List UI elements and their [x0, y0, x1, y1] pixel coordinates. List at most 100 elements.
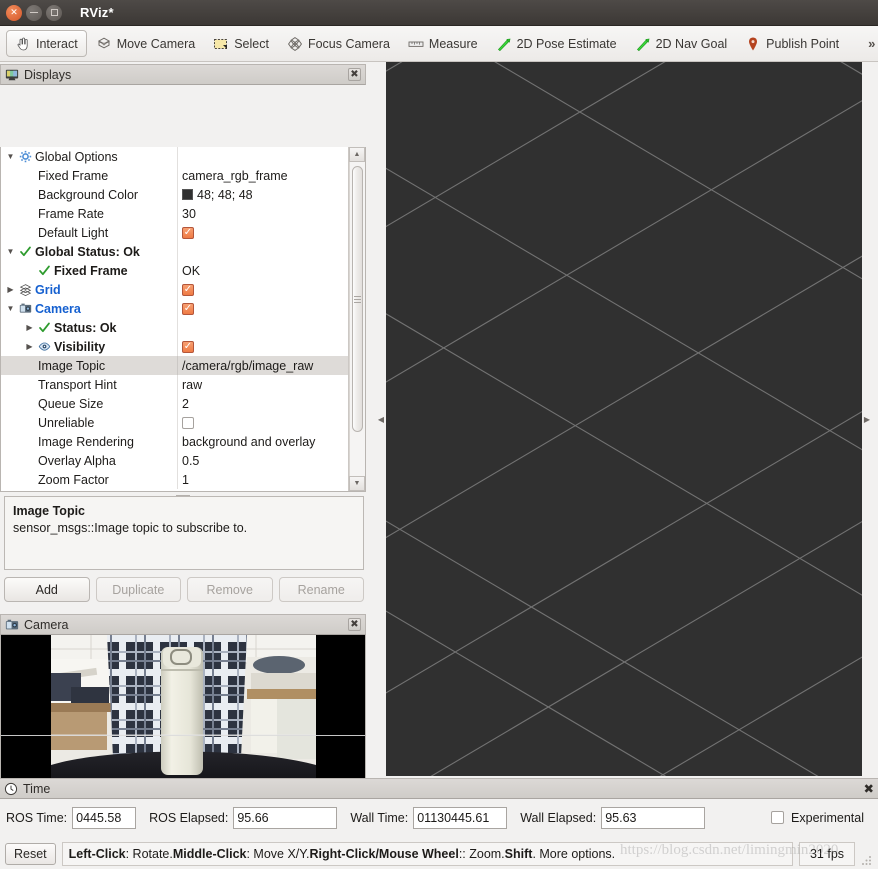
- display-row-value-cell[interactable]: ✓: [177, 337, 348, 356]
- scroll-up-icon[interactable]: ▲: [349, 147, 365, 162]
- tool-move-camera[interactable]: Move Camera: [87, 30, 205, 57]
- display-row-value-cell[interactable]: /camera/rgb/image_raw: [177, 356, 348, 375]
- display-row-value-cell[interactable]: 48; 48; 48: [177, 185, 348, 204]
- tool-2d-pose-estimate[interactable]: 2D Pose Estimate: [487, 30, 626, 57]
- chevron-down-icon[interactable]: ▼: [5, 152, 16, 161]
- viewport-right-handle[interactable]: ▶: [862, 62, 872, 776]
- tool-focus-camera[interactable]: Focus Camera: [278, 30, 399, 57]
- displays-scrollbar[interactable]: ▲ ▼: [348, 147, 365, 491]
- chevron-right-icon[interactable]: ▶: [24, 342, 35, 351]
- reset-button[interactable]: Reset: [5, 843, 56, 865]
- scroll-down-icon[interactable]: ▼: [349, 476, 365, 491]
- close-icon[interactable]: ✕: [6, 5, 22, 21]
- display-row-label: Grid: [35, 283, 61, 297]
- display-row-default-light[interactable]: Default Light✓: [1, 223, 348, 242]
- display-row-value-cell[interactable]: 1: [177, 470, 348, 489]
- resize-grip-icon[interactable]: [861, 854, 873, 866]
- time-field-input-ros-elapsed[interactable]: 95.66: [233, 807, 337, 829]
- time-field-input-wall-elapsed[interactable]: 95.63: [601, 807, 705, 829]
- display-row-value-cell[interactable]: background and overlay: [177, 432, 348, 451]
- display-row-value: 30: [182, 207, 196, 221]
- display-row-queue-size[interactable]: Queue Size2: [1, 394, 348, 413]
- time-field-label: ROS Elapsed:: [149, 811, 228, 825]
- display-row-zoom-factor[interactable]: Zoom Factor1: [1, 470, 348, 489]
- display-row-value-cell[interactable]: 0.5: [177, 451, 348, 470]
- display-row-name-cell: Unreliable: [1, 416, 177, 430]
- display-row-name-cell: ▼Global Options: [1, 150, 177, 164]
- map-pin-icon: [745, 36, 761, 52]
- status-bar: Reset Left-Click: Rotate. Middle-Click: …: [0, 838, 878, 869]
- time-panel-header: Time ✖: [0, 778, 878, 799]
- add-button[interactable]: Add: [4, 577, 90, 602]
- display-row-global-options[interactable]: ▼Global Options: [1, 147, 348, 166]
- tool-publish-point[interactable]: Publish Point: [736, 30, 848, 57]
- scroll-track[interactable]: [349, 162, 365, 476]
- display-row-visibility[interactable]: ▶Visibility✓: [1, 337, 348, 356]
- property-description-text: sensor_msgs::Image topic to subscribe to…: [13, 520, 355, 537]
- display-row-label: Background Color: [38, 188, 138, 202]
- display-row-background-color[interactable]: Background Color 48; 48; 48: [1, 185, 348, 204]
- viewport-left-handle[interactable]: ◀: [376, 62, 386, 776]
- display-row-image-topic[interactable]: Image Topic/camera/rgb/image_raw: [1, 356, 348, 375]
- display-row-checkbox[interactable]: ✓: [182, 227, 194, 239]
- display-row-value-cell[interactable]: OK: [177, 261, 348, 280]
- display-row-frame-rate[interactable]: Frame Rate30: [1, 204, 348, 223]
- display-row-value: 1: [182, 473, 189, 487]
- time-panel-title: Time: [23, 782, 50, 796]
- display-row-value-cell[interactable]: ✓: [177, 280, 348, 299]
- display-row-value-cell[interactable]: camera_rgb_frame: [177, 166, 348, 185]
- display-row-checkbox[interactable]: ✓: [182, 303, 194, 315]
- display-row-global-status-ok[interactable]: ▼Global Status: Ok: [1, 242, 348, 261]
- display-row-name-cell: ▼Camera: [1, 302, 177, 316]
- display-row-checkbox[interactable]: ✓: [182, 284, 194, 296]
- display-row-value-cell[interactable]: ✓: [177, 299, 348, 318]
- display-row-value: 0.5: [182, 454, 199, 468]
- display-row-status-ok[interactable]: ▶Status: Ok: [1, 318, 348, 337]
- display-row-value-cell[interactable]: ✓: [177, 223, 348, 242]
- display-row-fixed-frame[interactable]: Fixed Framecamera_rgb_frame: [1, 166, 348, 185]
- display-row-unreliable[interactable]: Unreliable: [1, 413, 348, 432]
- display-row-value-cell[interactable]: [177, 413, 348, 432]
- chevron-down-icon[interactable]: ▼: [5, 304, 16, 313]
- chevron-down-icon[interactable]: ▼: [5, 247, 16, 256]
- display-row-overlay-alpha[interactable]: Overlay Alpha0.5: [1, 451, 348, 470]
- time-field-input-ros-time[interactable]: 0445.58: [72, 807, 136, 829]
- display-row-checkbox[interactable]: ✓: [182, 341, 194, 353]
- display-row-camera[interactable]: ▼Camera ✓: [1, 299, 348, 318]
- status-hint-segment: : Rotate.: [126, 847, 173, 861]
- toolbar-overflow-button[interactable]: »: [860, 36, 878, 51]
- display-row-transport-hint[interactable]: Transport Hint raw: [1, 375, 348, 394]
- display-row-value-cell[interactable]: 2: [177, 394, 348, 413]
- color-swatch[interactable]: [182, 189, 193, 200]
- display-row-checkbox[interactable]: [182, 417, 194, 429]
- chevron-right-icon[interactable]: ▶: [24, 323, 35, 332]
- clock-icon: [4, 782, 18, 796]
- experimental-checkbox[interactable]: [771, 811, 784, 824]
- experimental-label: Experimental: [791, 811, 864, 825]
- chevron-right-icon[interactable]: ▶: [5, 285, 16, 294]
- close-icon[interactable]: ✖: [864, 781, 874, 796]
- displays-tree-body[interactable]: ▼Global Options Fixed Framecamera_rgb_fra…: [1, 147, 348, 491]
- display-row-image-rendering[interactable]: Image Renderingbackground and overlay: [1, 432, 348, 451]
- close-icon[interactable]: ✖: [348, 68, 361, 81]
- tool-2d-nav-goal[interactable]: 2D Nav Goal: [626, 30, 737, 57]
- maximize-icon[interactable]: [46, 5, 62, 21]
- scroll-thumb[interactable]: [352, 166, 363, 432]
- minimize-icon[interactable]: [26, 5, 42, 21]
- display-row-grid[interactable]: ▶ Grid ✓: [1, 280, 348, 299]
- tool-interact[interactable]: Interact: [6, 30, 87, 57]
- display-row-fixed-frame[interactable]: Fixed FrameOK: [1, 261, 348, 280]
- time-field-input-wall-time[interactable]: 01130445.61: [413, 807, 507, 829]
- 3d-viewport[interactable]: [386, 62, 862, 776]
- display-row-value-cell[interactable]: raw: [177, 375, 348, 394]
- displays-tree[interactable]: ▼Global Options Fixed Framecamera_rgb_fra…: [0, 147, 366, 492]
- display-row-name-cell: Fixed Frame: [1, 169, 177, 183]
- display-row-label: Transport Hint: [38, 378, 117, 392]
- display-row-value-cell[interactable]: [177, 147, 348, 166]
- tool-select[interactable]: Select: [204, 30, 278, 57]
- display-row-value-cell[interactable]: [177, 242, 348, 261]
- close-icon[interactable]: ✖: [348, 618, 361, 631]
- tool-measure[interactable]: Measure: [399, 30, 487, 57]
- display-row-value-cell[interactable]: 30: [177, 204, 348, 223]
- display-row-value-cell[interactable]: [177, 318, 348, 337]
